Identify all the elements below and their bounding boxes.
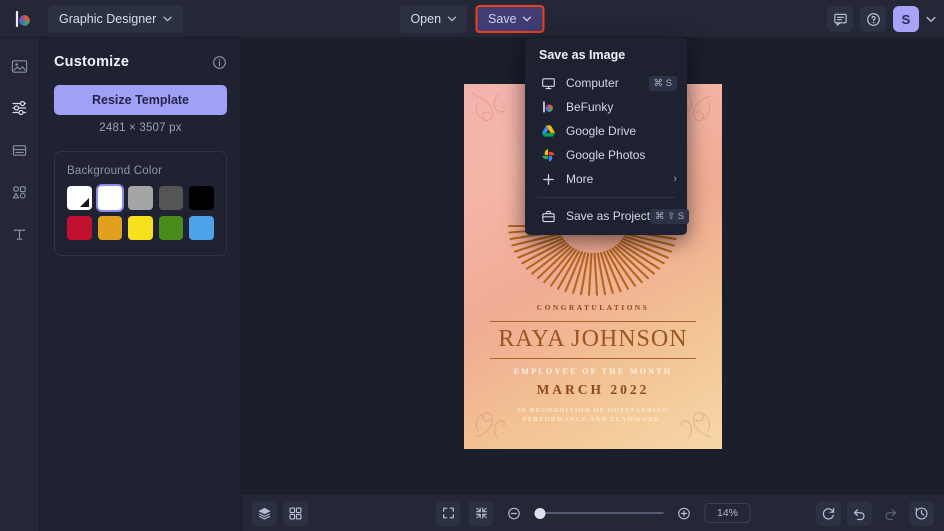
- color-swatch-grid: [67, 186, 214, 240]
- menu-item-label: Google Photos: [566, 148, 677, 162]
- plus-icon: [539, 172, 557, 187]
- color-swatch-orange[interactable]: [98, 216, 123, 240]
- reset-icon[interactable]: [816, 501, 841, 526]
- grid-icon[interactable]: [283, 501, 308, 526]
- sidebar-item-templates[interactable]: [5, 136, 35, 164]
- bottom-left-tools: [252, 501, 308, 526]
- menu-item-shortcut: ⌘ S: [649, 76, 677, 91]
- document-type-selector[interactable]: Graphic Designer: [48, 5, 183, 33]
- poster-recognition-note: IN RECOGNITION OF OUTSTANDING PERFORMANC…: [488, 406, 698, 426]
- chevron-down-icon: [447, 16, 456, 22]
- panel-header: Customize: [54, 54, 227, 70]
- poster-divider: [490, 358, 696, 359]
- history-icon[interactable]: [909, 501, 934, 526]
- avatar-initial: S: [902, 12, 911, 27]
- menu-item-google-drive[interactable]: Google Drive: [525, 119, 687, 143]
- color-swatch-green[interactable]: [159, 216, 184, 240]
- befunky-icon: [539, 100, 557, 114]
- save-label: Save: [488, 12, 517, 26]
- zoom-out-icon[interactable]: [502, 501, 527, 526]
- menu-item-label: BeFunky: [566, 100, 677, 114]
- menu-item-save-as-project[interactable]: Save as Project ⌘ ⇧ S: [525, 204, 687, 228]
- menu-item-shortcut: ⌘ ⇧ S: [650, 209, 689, 224]
- menu-item-label: Computer: [566, 76, 649, 90]
- menu-item-computer[interactable]: Computer⌘ S: [525, 71, 687, 95]
- chevron-down-icon: [523, 16, 532, 22]
- fit-screen-icon[interactable]: [436, 501, 461, 526]
- sidebar-item-image-manager[interactable]: [5, 52, 35, 80]
- poster-recipient-name: RAYA JOHNSON: [464, 326, 722, 353]
- menu-section-title: Save as Image: [525, 46, 687, 71]
- zoom-slider-track[interactable]: [546, 512, 664, 514]
- background-color-label: Background Color: [67, 165, 214, 177]
- google-photos-icon: [539, 148, 557, 163]
- zoom-level-value[interactable]: 14%: [705, 503, 751, 523]
- open-button[interactable]: Open: [399, 5, 467, 33]
- befunky-logo-icon[interactable]: [6, 4, 40, 34]
- sidebar-item-graphics[interactable]: [5, 178, 35, 206]
- chevron-right-icon: ›: [673, 173, 677, 185]
- save-button[interactable]: Save: [475, 5, 545, 33]
- swirl-decoration-icon: [468, 88, 524, 144]
- layers-icon[interactable]: [252, 501, 277, 526]
- menu-item-label: Save as Project: [566, 209, 650, 223]
- undo-icon[interactable]: [847, 501, 872, 526]
- color-swatch-white[interactable]: [98, 186, 123, 210]
- zoom-slider[interactable]: [535, 508, 664, 519]
- resize-template-button[interactable]: Resize Template: [54, 85, 227, 115]
- template-dimensions: 2481 × 3507 px: [54, 122, 227, 134]
- befunky-graphic-designer-app: Graphic Designer Open Save: [0, 0, 944, 531]
- menu-item-label: More: [566, 172, 673, 186]
- poster-congratulations: CONGRATULATIONS: [464, 303, 722, 312]
- menu-item-list: Computer⌘ S BeFunky Google Drive Google Pho…: [525, 71, 687, 191]
- color-swatch-yellow[interactable]: [128, 216, 153, 240]
- account-menu-chevron-down-icon[interactable]: [926, 16, 936, 23]
- zoom-slider-handle[interactable]: [535, 508, 546, 519]
- header-right-tools: S: [827, 0, 936, 38]
- zoom-in-icon[interactable]: [672, 501, 697, 526]
- monitor-icon: [539, 76, 557, 91]
- chevron-down-icon: [163, 16, 172, 22]
- sidebar-item-customize[interactable]: [5, 94, 35, 122]
- header-actions: Open Save: [399, 5, 544, 33]
- tool-rail: [0, 38, 40, 531]
- menu-item-more[interactable]: More›: [525, 167, 687, 191]
- menu-divider: [537, 197, 675, 198]
- document-type-label: Graphic Designer: [59, 12, 156, 26]
- sidebar-item-text[interactable]: [5, 220, 35, 248]
- app-header: Graphic Designer Open Save: [0, 0, 944, 38]
- poster-divider: [490, 321, 696, 322]
- menu-item-befunky[interactable]: BeFunky: [525, 95, 687, 119]
- menu-item-label: Google Drive: [566, 124, 677, 138]
- color-swatch-custom-color[interactable]: [67, 186, 92, 210]
- poster-award-date: MARCH 2022: [464, 382, 722, 398]
- bottom-toolbar: 14%: [242, 494, 944, 531]
- save-menu-wrapper: Save: [475, 5, 545, 33]
- history-controls: [816, 501, 934, 526]
- chat-icon[interactable]: [827, 6, 853, 32]
- open-label: Open: [410, 12, 441, 26]
- color-swatch-blue[interactable]: [189, 216, 214, 240]
- info-icon[interactable]: [212, 55, 227, 70]
- customize-panel: Customize Resize Template 2481 × 3507 px…: [40, 38, 242, 531]
- poster-award-title: EMPLOYEE OF THE MONTH: [464, 367, 722, 376]
- briefcase-icon: [539, 209, 557, 224]
- color-swatch-light-gray[interactable]: [128, 186, 153, 210]
- page-title: Customize: [54, 54, 129, 70]
- user-avatar[interactable]: S: [893, 6, 919, 32]
- menu-item-google-photos[interactable]: Google Photos: [525, 143, 687, 167]
- zoom-controls: 14%: [436, 501, 751, 526]
- shrink-icon[interactable]: [469, 501, 494, 526]
- save-dropdown-menu: Save as Image Computer⌘ S BeFunky Google D…: [525, 38, 687, 235]
- help-circle-icon[interactable]: [860, 6, 886, 32]
- google-drive-icon: [539, 124, 557, 138]
- color-swatch-black[interactable]: [189, 186, 214, 210]
- color-swatch-crimson[interactable]: [67, 216, 92, 240]
- color-swatch-dark-gray[interactable]: [159, 186, 184, 210]
- background-color-card: Background Color: [54, 151, 227, 256]
- redo-icon[interactable]: [878, 501, 903, 526]
